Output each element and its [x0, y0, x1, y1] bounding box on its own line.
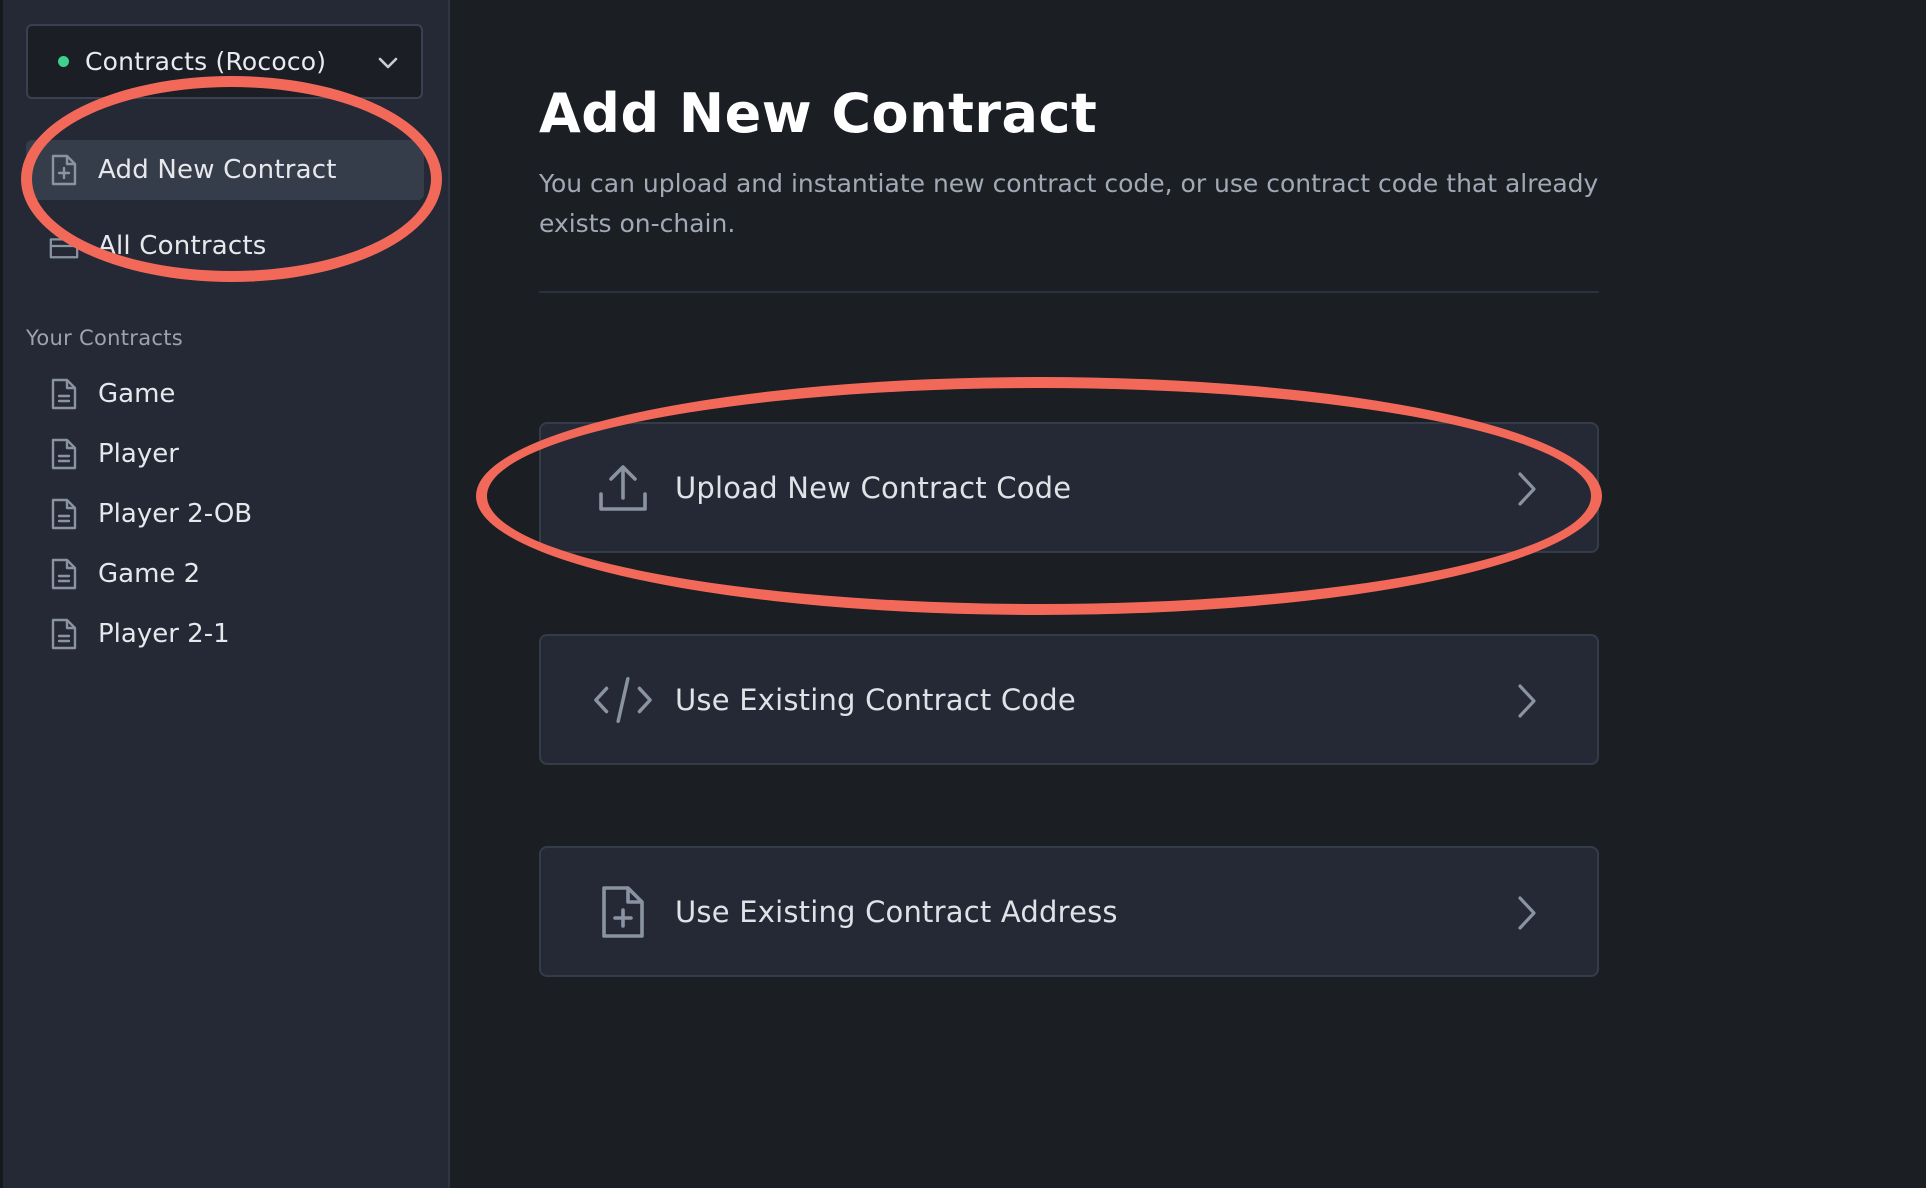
your-contracts-heading: Your Contracts: [26, 326, 183, 350]
sidebar-item-label: Add New Contract: [98, 155, 337, 185]
status-dot: [58, 56, 69, 67]
contract-item-player[interactable]: Player: [26, 429, 424, 479]
app-root: Contracts (Rococo) Add New Contract All …: [0, 0, 1926, 1188]
contract-label: Game: [98, 379, 176, 409]
folder-icon: [48, 228, 80, 264]
contract-item-game[interactable]: Game: [26, 369, 424, 419]
option-label: Use Existing Contract Code: [675, 682, 1076, 717]
sidebar-item-label: All Contracts: [98, 231, 267, 261]
sidebar: Contracts (Rococo) Add New Contract All …: [0, 0, 450, 1188]
network-label: Contracts (Rococo): [85, 47, 327, 76]
chevron-right-icon: [1518, 896, 1536, 930]
option-label: Upload New Contract Code: [675, 470, 1072, 505]
divider: [539, 291, 1599, 293]
page-title: Add New Contract: [539, 82, 1098, 145]
network-selector[interactable]: Contracts (Rococo): [26, 24, 423, 99]
contract-label: Game 2: [98, 559, 201, 589]
window-edge: [0, 0, 3, 1188]
chevron-right-icon: [1518, 684, 1536, 718]
file-plus-icon: [48, 152, 80, 188]
use-existing-contract-address-button[interactable]: Use Existing Contract Address: [539, 846, 1599, 977]
upload-icon: [593, 458, 653, 518]
chevron-down-icon: [378, 57, 398, 69]
contract-item-player-2-ob[interactable]: Player 2-OB: [26, 489, 424, 539]
document-icon: [48, 435, 80, 473]
document-icon: [48, 495, 80, 533]
contract-label: Player 2-1: [98, 619, 230, 649]
document-icon: [48, 555, 80, 593]
code-icon: [593, 670, 653, 730]
sidebar-item-all-contracts[interactable]: All Contracts: [26, 216, 424, 276]
upload-new-contract-code-button[interactable]: Upload New Contract Code: [539, 422, 1599, 553]
chevron-right-icon: [1518, 472, 1536, 506]
document-icon: [48, 615, 80, 653]
document-icon: [48, 375, 80, 413]
main-content: Add New Contract You can upload and inst…: [452, 0, 1926, 1188]
contract-item-player-2-1[interactable]: Player 2-1: [26, 609, 424, 659]
sidebar-item-add-new-contract[interactable]: Add New Contract: [26, 140, 424, 200]
use-existing-contract-code-button[interactable]: Use Existing Contract Code: [539, 634, 1599, 765]
option-label: Use Existing Contract Address: [675, 894, 1118, 929]
page-description: You can upload and instantiate new contr…: [539, 169, 1599, 238]
file-plus-icon: [593, 882, 653, 942]
contract-label: Player: [98, 439, 179, 469]
contract-item-game-2[interactable]: Game 2: [26, 549, 424, 599]
contract-label: Player 2-OB: [98, 499, 253, 529]
